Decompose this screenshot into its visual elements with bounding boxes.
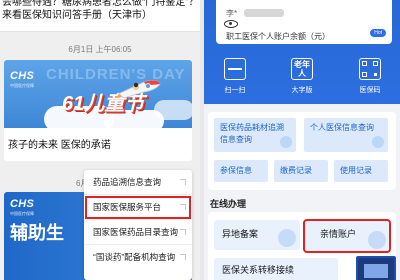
open-link-icon [180, 179, 186, 185]
balance-label: 职工医保个人账户余额（元） [226, 32, 330, 41]
open-link-icon [180, 229, 186, 235]
quick-action-label: 医保码 [359, 87, 381, 94]
quick-action-label: 扫一扫 [224, 87, 246, 94]
quick-action-label: 大字版 [291, 87, 313, 94]
balance-action-badge[interactable]: Hot [370, 29, 386, 37]
service-personal-info-query[interactable]: 个人医保信息查询 [304, 118, 388, 152]
qr-code-icon [359, 58, 381, 80]
article-card-childrens-day[interactable]: CHS 中国医疗保障 CHILDREN'S DAY 61儿童节 孩子的未来 医保… [4, 60, 192, 161]
service-drug-trace-query[interactable]: 医保药品耗材追溯信息查询 [214, 118, 296, 152]
banner-headline-2: 辅助生 [10, 223, 64, 243]
article-title: 孩子的未来 医保的承诺 [8, 140, 111, 151]
floating-video-thumbnail[interactable] [356, 256, 396, 280]
message-line-2: 来看医保知识问答手册（天津市） [2, 10, 152, 21]
tile-decoration [368, 231, 386, 249]
rocket-icon [114, 80, 161, 99]
chs-logo: CHS [10, 198, 35, 210]
online-services-card: 异地备案 亲情账户 医保关系转移接续 [208, 212, 396, 280]
message-line-1: 会哪些待遇？糖尿病患者怎么做“门特鉴定”？ [2, 0, 199, 8]
tile-decoration [278, 229, 296, 247]
quick-action-large-font[interactable]: 老年 人 大字版 [277, 58, 327, 95]
menu-item-label: 国家医保药品目录查询 [93, 227, 179, 237]
service-enrollment-info[interactable]: 参保信息 [214, 160, 268, 182]
balance-card[interactable]: 李* 职工医保个人账户余额（元） Hot [216, 0, 392, 44]
cloud-decoration [154, 100, 192, 120]
chs-logo-subtitle: 中国医疗保障 [10, 211, 34, 216]
tile-label: 异地备案 [222, 229, 259, 239]
message-timestamp: 6月1日 上午06:05 [68, 45, 132, 54]
masked-id [244, 9, 284, 17]
tile-label: 亲情账户 [320, 229, 357, 239]
tile-remote-filing[interactable]: 异地备案 [214, 220, 300, 250]
menu-item-label: 药品追溯信息查询 [93, 177, 162, 187]
tile-insurance-transfer[interactable]: 医保关系转移接续 [214, 258, 338, 280]
chs-logo-subtitle: 中国医疗保障 [10, 83, 34, 88]
scan-icon [224, 58, 246, 80]
service-usage-records[interactable]: 使用记录 [334, 160, 388, 182]
open-link-icon [180, 254, 186, 260]
section-title-online-services: 在线办理 [210, 199, 247, 209]
chat-panel: 会哪些待遇？糖尿病患者怎么做“门特鉴定”？ 来看医保知识问答手册（天津市） 6月… [0, 0, 200, 280]
menu-item-label: 国家医保服务平台 [93, 202, 162, 212]
account-name-masked: 李* [226, 9, 238, 18]
menu-item-drug-trace-query[interactable]: 药品追溯信息查询 [84, 170, 192, 195]
quick-action-scan[interactable]: 扫一扫 [210, 58, 260, 95]
tile-family-account[interactable]: 亲情账户 [303, 219, 391, 253]
menu-item-national-medical-insurance-platform[interactable]: 国家医保服务平台 [84, 195, 192, 220]
article-banner: CHS 中国医疗保障 CHILDREN'S DAY 61儿童节 [4, 60, 192, 128]
service-menu-popup: 药品追溯信息查询 国家医保服务平台 国家医保药品目录查询 “国谈药”配备机构查询 [84, 170, 192, 280]
menu-item-label: “国谈药”配备机构查询 [93, 252, 176, 262]
menu-item-drug-catalog-query[interactable]: 国家医保药品目录查询 [84, 220, 192, 245]
menu-item-negotiated-drug-institution-query[interactable]: “国谈药”配备机构查询 [84, 245, 192, 270]
open-link-icon [180, 204, 186, 210]
large-font-icon: 老年 人 [291, 58, 313, 80]
services-grid: 医保药品耗材追溯信息查询 个人医保信息查询 参保信息 缴费记录 使用记录 [208, 112, 396, 190]
previous-article-message[interactable]: 会哪些待遇？糖尿病患者怎么做“门特鉴定”？ 来看医保知识问答手册（天津市） [0, 0, 200, 32]
tile-label: 医保关系转移接续 [222, 265, 295, 275]
service-payment-records[interactable]: 缴费记录 [274, 160, 328, 182]
quick-action-insurance-code[interactable]: 医保码 [345, 58, 395, 95]
eye-icon[interactable] [224, 20, 238, 28]
chs-logo: CHS [10, 70, 35, 82]
insurance-app-panel: 李* 职工医保个人账户余额（元） Hot 扫一扫 老年 人 大字版 医保码 医保… [204, 0, 400, 280]
